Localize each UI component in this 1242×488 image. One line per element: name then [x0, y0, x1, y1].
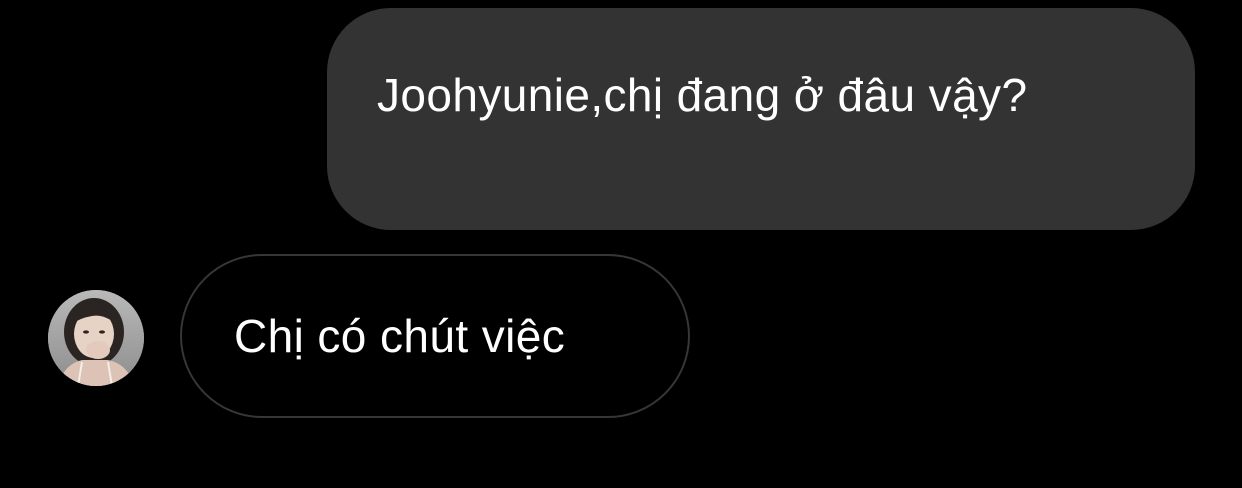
- contact-avatar[interactable]: [48, 290, 144, 386]
- message-thread: Joohyunie,chị đang ở đâu vậy? Chị có chú…: [0, 0, 1242, 488]
- incoming-message-text: Chị có chút việc: [234, 310, 566, 362]
- avatar-photo-icon: [48, 290, 144, 386]
- outgoing-message-text: Joohyunie,chị đang ở đâu vậy?: [377, 69, 1028, 121]
- outgoing-message-bubble[interactable]: Joohyunie,chị đang ở đâu vậy?: [327, 8, 1195, 230]
- incoming-message-bubble[interactable]: Chị có chút việc: [180, 254, 690, 418]
